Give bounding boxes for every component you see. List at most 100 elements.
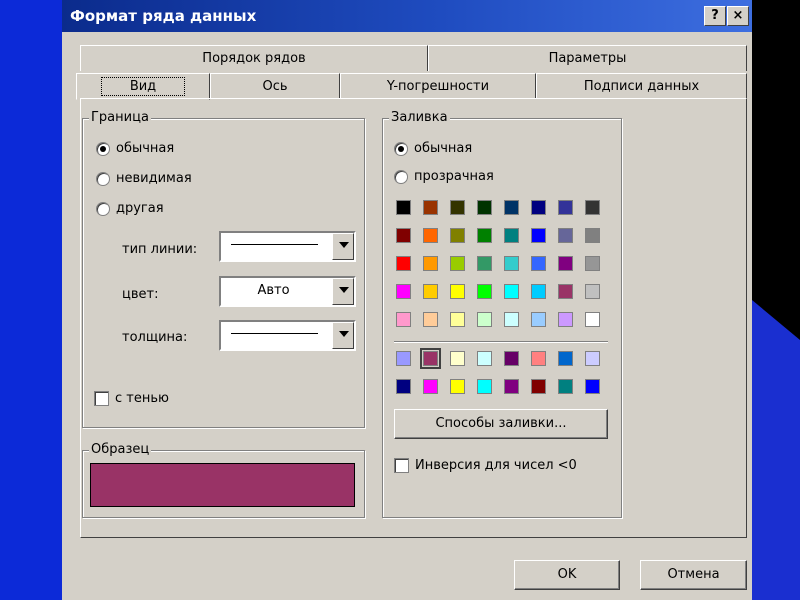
tab-series-order[interactable]: Порядок рядов [80,45,428,71]
color-swatch[interactable] [423,256,438,271]
close-button[interactable]: × [727,6,749,26]
dropdown-arrow-icon[interactable] [332,233,354,260]
tab-options[interactable]: Параметры [428,45,747,71]
color-swatch[interactable] [477,312,492,327]
color-swatch[interactable] [558,312,573,327]
color-swatch[interactable] [423,379,438,394]
color-swatch[interactable] [450,228,465,243]
cancel-button[interactable]: Отмена [640,560,747,590]
border-radio-none[interactable]: невидимая [96,171,192,186]
color-swatch[interactable] [396,256,411,271]
color-swatch[interactable] [531,284,546,299]
radio-dot [96,201,110,216]
weight-label: толщина: [122,330,188,345]
color-swatch[interactable] [423,312,438,327]
color-swatch[interactable] [558,228,573,243]
color-swatch[interactable] [504,200,519,215]
ok-button[interactable]: OK [514,560,620,590]
color-swatch[interactable] [585,312,600,327]
tab-view-label: Вид [100,77,186,96]
checkbox-box [394,458,409,473]
color-swatch[interactable] [396,200,411,215]
color-swatch[interactable] [504,379,519,394]
color-swatch[interactable] [531,351,546,366]
color-swatch[interactable] [396,351,411,366]
color-swatch[interactable] [585,256,600,271]
fill-effects-button[interactable]: Способы заливки... [394,409,608,439]
radio-dot [394,141,408,156]
color-swatch[interactable] [558,200,573,215]
radio-dot [394,169,408,184]
color-swatch[interactable] [477,256,492,271]
color-swatch[interactable] [531,228,546,243]
slide-background-left [0,0,62,600]
tab-data-labels[interactable]: Подписи данных [536,73,747,98]
tab-view[interactable]: Вид [76,73,210,100]
color-swatch[interactable] [558,284,573,299]
radio-label: другая [116,201,164,216]
color-swatch[interactable] [450,284,465,299]
color-swatch[interactable] [423,228,438,243]
color-swatch[interactable] [531,379,546,394]
color-swatch[interactable] [531,312,546,327]
help-button[interactable]: ? [704,6,726,26]
sample-group-label: Образец [89,442,152,457]
color-swatch[interactable] [585,228,600,243]
color-swatch[interactable] [585,284,600,299]
fill-group-label: Заливка [389,110,450,125]
shadow-label: с тенью [115,391,169,406]
color-swatch[interactable] [558,351,573,366]
radio-label: обычная [116,141,175,156]
color-swatch[interactable] [450,200,465,215]
color-swatch[interactable] [423,200,438,215]
color-swatch[interactable] [477,200,492,215]
color-swatch[interactable] [504,312,519,327]
window-title: Формат ряда данных [70,7,257,25]
line-type-select[interactable] [219,231,356,262]
color-swatch[interactable] [504,256,519,271]
fill-radio-normal[interactable]: обычная [394,141,472,156]
color-swatch[interactable] [420,348,441,369]
fill-radio-transparent[interactable]: прозрачная [394,169,494,184]
color-swatch[interactable] [585,200,600,215]
color-swatch[interactable] [477,379,492,394]
color-swatch[interactable] [585,379,600,394]
color-swatch[interactable] [477,284,492,299]
tab-axis[interactable]: Ось [210,73,340,98]
color-swatch[interactable] [531,200,546,215]
color-select-value: Авто [257,283,290,298]
border-radio-custom[interactable]: другая [96,201,164,216]
weight-select[interactable] [219,320,356,351]
color-swatch[interactable] [504,228,519,243]
checkbox-box [94,391,109,406]
border-radio-normal[interactable]: обычная [96,141,174,156]
invert-label: Инверсия для чисел <0 [415,458,577,473]
color-swatch[interactable] [450,256,465,271]
color-swatch[interactable] [477,228,492,243]
color-swatch[interactable] [558,379,573,394]
color-swatch[interactable] [504,351,519,366]
dropdown-arrow-icon[interactable] [332,278,354,305]
title-bar: Формат ряда данных ? × [62,0,752,32]
invert-negative-checkbox[interactable]: Инверсия для чисел <0 [394,458,577,473]
radio-label: прозрачная [414,169,494,184]
color-swatch[interactable] [585,351,600,366]
color-swatch[interactable] [396,379,411,394]
color-select[interactable]: Авто [219,276,356,307]
color-swatch[interactable] [477,351,492,366]
color-swatch[interactable] [504,284,519,299]
color-swatch[interactable] [396,284,411,299]
tab-y-error-bars[interactable]: Y-погрешности [340,73,536,98]
color-swatch[interactable] [423,284,438,299]
color-swatch[interactable] [450,351,465,366]
color-swatch[interactable] [450,379,465,394]
color-swatch[interactable] [396,228,411,243]
palette-separator [394,341,608,343]
color-swatch[interactable] [450,312,465,327]
color-swatch[interactable] [531,256,546,271]
sample-preview [90,463,355,507]
shadow-checkbox[interactable]: с тенью [94,391,169,406]
color-swatch[interactable] [396,312,411,327]
dropdown-arrow-icon[interactable] [332,322,354,349]
color-swatch[interactable] [558,256,573,271]
